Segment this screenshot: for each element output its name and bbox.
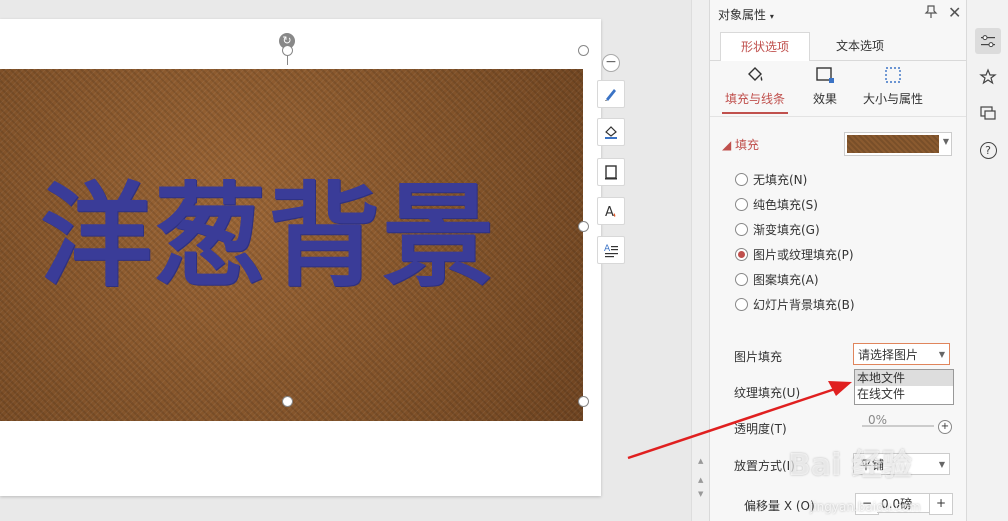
vertical-scrollbar[interactable]: ▲ ▲ ▼ [691, 0, 710, 521]
radio-dot [735, 248, 748, 261]
radio-picture-texture-fill[interactable]: 图片或纹理填充(P) [735, 246, 854, 263]
panel-title[interactable]: 对象属性 ▾ [718, 6, 774, 23]
subtab-effect[interactable]: 效果 [808, 64, 842, 107]
subtab-divider [710, 116, 967, 117]
text-wrap-tool-button[interactable]: A [597, 236, 625, 264]
animation-button[interactable] [975, 64, 1001, 90]
slide-transition-button[interactable] [975, 100, 1001, 126]
brush-icon [605, 89, 616, 101]
sliders-icon [981, 35, 995, 48]
picture-fill-value: 请选择图片 [858, 348, 919, 362]
collapse-toolbar-button[interactable]: − [602, 54, 620, 72]
radio-dot [735, 298, 748, 311]
dropdown-item-online-file[interactable]: 在线文件 [855, 386, 953, 402]
radio-label: 无填充(N) [753, 173, 808, 187]
resize-handle-bottom-right[interactable] [578, 396, 589, 407]
radio-dot [735, 173, 748, 186]
tab-shape-options[interactable]: 形状选项 [720, 32, 810, 61]
outline-icon [605, 165, 617, 180]
active-subtab-indicator [722, 112, 788, 114]
resize-handle-top[interactable] [282, 45, 293, 56]
fill-swatch [847, 135, 939, 153]
picture-fill-select[interactable]: 请选择图片 ▼ [853, 343, 950, 365]
watermark-url: jingyan.baidu.com [810, 500, 921, 514]
offset-x-increase-button[interactable]: + [929, 493, 953, 515]
size-icon [885, 67, 901, 83]
subtab-size-and-properties[interactable]: 大小与属性 [858, 64, 928, 107]
text-style-icon: A [605, 205, 616, 219]
help-icon: ? [979, 141, 997, 159]
resize-handle-right[interactable] [578, 221, 589, 232]
texture-fill-label: 纹理填充(U) [734, 386, 801, 400]
radio-pattern-fill[interactable]: 图案填充(A) [735, 271, 819, 288]
resize-handle-top-right[interactable] [578, 45, 589, 56]
scroll-next-icon[interactable]: ▼ [698, 490, 703, 498]
brush-tool-button[interactable] [597, 80, 625, 108]
effect-icon [816, 67, 834, 83]
radio-label: 图片或纹理填充(P) [753, 248, 854, 262]
offset-x-label: 偏移量 X (O) [744, 499, 815, 513]
radio-no-fill[interactable]: 无填充(N) [735, 171, 807, 188]
help-button[interactable]: ? [975, 137, 1001, 163]
radio-label: 图案填充(A) [753, 273, 819, 287]
transparency-label: 透明度(T) [734, 422, 787, 436]
radio-gradient-fill[interactable]: 渐变填充(G) [735, 221, 820, 238]
radio-label: 幻灯片背景填充(B) [753, 298, 855, 312]
paint-bucket-icon [748, 67, 763, 81]
chevron-down-icon: ▼ [938, 460, 945, 469]
svg-text:A: A [604, 244, 611, 254]
radio-dot [735, 198, 748, 211]
radio-dot [735, 223, 748, 236]
radio-label: 纯色填充(S) [753, 198, 818, 212]
close-icon[interactable]: ✕ [948, 3, 961, 22]
radio-slide-background-fill[interactable]: 幻灯片背景填充(B) [735, 296, 855, 313]
fill-preview-dropdown[interactable]: ▼ [844, 132, 952, 156]
resize-handle-bottom[interactable] [282, 396, 293, 407]
scroll-prev-icon[interactable]: ▲ [698, 476, 703, 484]
radio-dot [735, 273, 748, 286]
properties-toggle-button[interactable] [975, 28, 1001, 54]
text-wrap-icon: A [604, 244, 618, 258]
fill-section-header[interactable]: ◢ 填充 [722, 136, 759, 153]
picture-fill-label: 图片填充 [734, 350, 783, 364]
right-toolstrip: ? [966, 0, 1008, 521]
transition-icon [980, 106, 996, 120]
transparency-increase-button[interactable]: + [938, 420, 952, 434]
scroll-up-icon[interactable]: ▲ [698, 457, 703, 465]
subtab-fill-and-line[interactable]: 填充与线条 [720, 64, 790, 107]
slide-canvas[interactable]: 洋葱背景 ↻ [0, 19, 601, 496]
fill-icon [605, 126, 617, 139]
radio-label: 渐变填充(G) [753, 223, 820, 237]
picture-source-dropdown: 本地文件 在线文件 [854, 369, 954, 405]
svg-text:A: A [605, 205, 614, 219]
transparency-slider[interactable] [862, 425, 934, 427]
pin-icon[interactable] [924, 5, 938, 23]
dropdown-item-local-file[interactable]: 本地文件 [855, 370, 953, 386]
star-icon [979, 68, 997, 85]
chevron-down-icon: ▼ [942, 137, 949, 146]
slide-title-text[interactable]: 洋葱背景 [40, 167, 560, 307]
text-style-tool-button[interactable]: A [597, 197, 625, 225]
fill-tool-button[interactable] [597, 118, 625, 146]
outline-tool-button[interactable] [597, 158, 625, 186]
chevron-down-icon: ▼ [938, 350, 945, 359]
watermark-logo: Bai 经验 [788, 448, 912, 483]
tab-text-options[interactable]: 文本选项 [820, 32, 900, 60]
placement-label: 放置方式(I) [734, 459, 795, 473]
radio-solid-fill[interactable]: 纯色填充(S) [735, 196, 818, 213]
